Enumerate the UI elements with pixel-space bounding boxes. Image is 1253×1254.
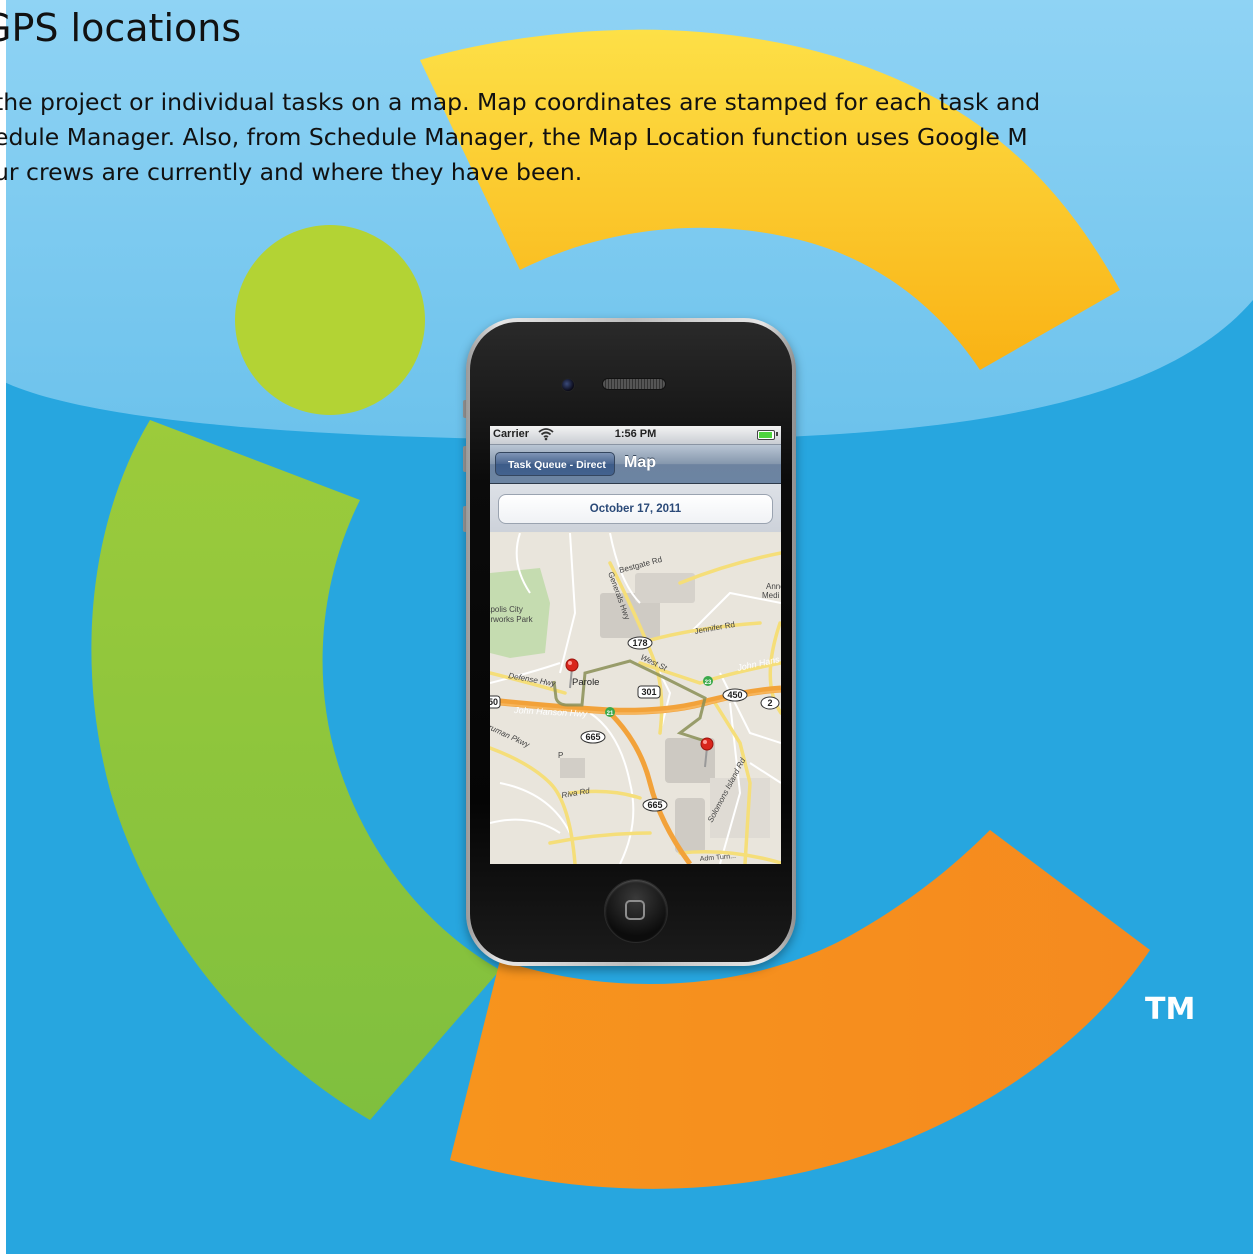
shield-label: 2 bbox=[767, 698, 772, 708]
battery-icon bbox=[757, 430, 775, 440]
iphone-mockup: Carrier 1:56 PM Task Queue - Direct Map … bbox=[463, 318, 796, 966]
route-shield-450: 450 bbox=[722, 688, 748, 702]
route-shield-301: 301 bbox=[637, 685, 661, 699]
route-shield-665: 665 bbox=[642, 798, 668, 812]
map-label: P bbox=[558, 751, 563, 760]
nav-title: Map bbox=[624, 454, 656, 471]
shield-label: 23 bbox=[705, 680, 712, 686]
route-shield-50: 50 bbox=[490, 695, 501, 709]
shield-label: 665 bbox=[585, 732, 600, 742]
map-label: apolis City bbox=[490, 605, 523, 614]
route-shield-23: 23 bbox=[703, 676, 713, 686]
home-button[interactable] bbox=[604, 879, 668, 943]
trademark-mark: TM bbox=[1145, 992, 1196, 1027]
date-toolbar: October 17, 2011 bbox=[490, 484, 781, 532]
route-shield-178: 178 bbox=[627, 636, 653, 650]
front-camera-icon bbox=[561, 378, 575, 392]
route-shield-665: 665 bbox=[580, 730, 606, 744]
home-square-icon bbox=[625, 900, 645, 920]
description-line: edule Manager. Also, from Schedule Manag… bbox=[0, 123, 1028, 151]
navigation-bar: Task Queue - Direct Map bbox=[490, 445, 781, 484]
status-time: 1:56 PM bbox=[614, 428, 657, 440]
phone-face: Carrier 1:56 PM Task Queue - Direct Map … bbox=[470, 322, 792, 962]
shield-label: 178 bbox=[632, 638, 647, 648]
map-label: Medi bbox=[762, 591, 780, 600]
route-shield-21: 21 bbox=[605, 707, 615, 717]
shield-label: 450 bbox=[727, 690, 742, 700]
description-line: the project or individual tasks on a map… bbox=[0, 88, 1041, 116]
date-selector-button[interactable]: October 17, 2011 bbox=[498, 494, 773, 524]
shield-label: 665 bbox=[647, 800, 662, 810]
slide: GPS locations the project or individual … bbox=[0, 0, 1253, 1254]
earpiece-speaker bbox=[602, 378, 666, 390]
map-label: erworks Park bbox=[490, 615, 534, 624]
shield-label: 50 bbox=[490, 697, 498, 707]
route-shield-2: 2 bbox=[760, 696, 780, 710]
map-label: Anne bbox=[766, 582, 781, 591]
map-label: Parole bbox=[572, 677, 599, 688]
battery-level bbox=[759, 432, 772, 438]
phone-screen: Carrier 1:56 PM Task Queue - Direct Map … bbox=[490, 426, 781, 864]
battery-tip bbox=[776, 432, 778, 436]
shield-label: 21 bbox=[607, 711, 614, 717]
back-button[interactable]: Task Queue - Direct bbox=[495, 452, 615, 476]
map-view[interactable]: 178 301 450 2 665 665 50 21 23 Bestgate … bbox=[490, 533, 781, 864]
page-title: GPS locations bbox=[0, 6, 242, 50]
description-line: ur crews are currently and where they ha… bbox=[0, 158, 583, 186]
description: the project or individual tasks on a map… bbox=[0, 85, 1253, 190]
shield-label: 301 bbox=[641, 687, 656, 697]
status-bar: Carrier 1:56 PM bbox=[490, 426, 781, 445]
